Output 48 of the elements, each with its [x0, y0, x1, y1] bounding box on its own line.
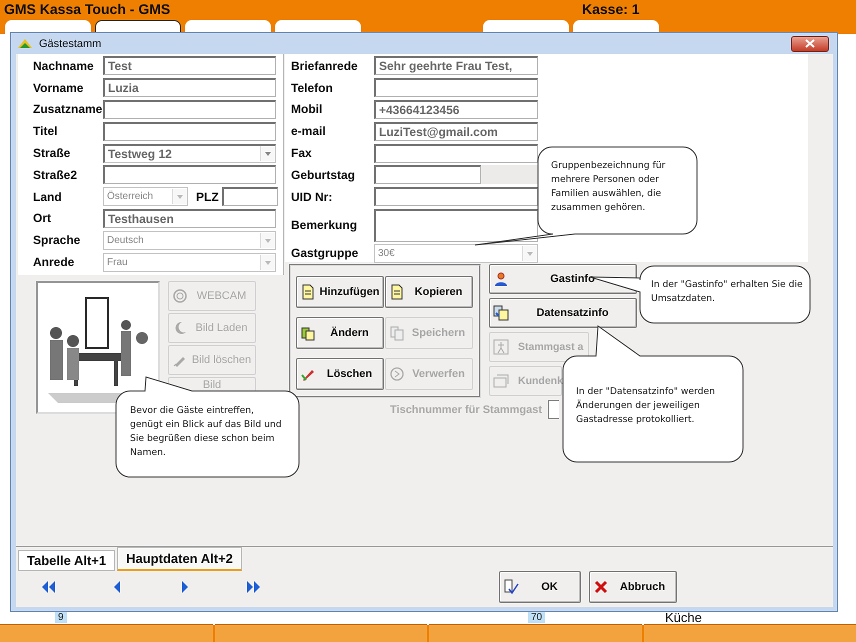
field-label: Fax: [291, 146, 313, 160]
table-name: Küche: [665, 611, 702, 624]
field-label: UID Nr:: [291, 190, 334, 204]
register-label: Kasse: 1: [582, 1, 640, 17]
field-label: Sprache: [33, 233, 82, 248]
field-label: Bemerkung: [291, 218, 358, 232]
field-label: Anrede: [33, 255, 76, 270]
field-label: Mobil: [291, 102, 324, 116]
dropdown[interactable]: Testweg 12: [103, 144, 276, 163]
record-button[interactable]: Löschen: [296, 358, 384, 390]
text-field[interactable]: +43664123456: [374, 100, 538, 119]
field-label: Nachname: [33, 58, 95, 73]
callout-text: In der "Datensatzinfo" werden Änderungen der jeweiligen Gastadresse protokolliert.: [576, 385, 716, 427]
callout-text: In der "Gastinfo" erhalten Sie die Umsatzdaten.: [651, 278, 804, 306]
field-label: e-mail: [291, 124, 327, 138]
record-button[interactable]: Hinzufügen: [296, 276, 384, 308]
field-label: Land: [33, 190, 63, 204]
field-label: Geburtstag: [291, 168, 356, 182]
window-title: Gästestamm: [39, 38, 102, 50]
field-label: Briefanrede: [291, 58, 359, 73]
text-field[interactable]: LuziTest@gmail.com: [374, 122, 538, 141]
record-button[interactable]: Ändern: [296, 317, 384, 349]
info-button[interactable]: Gastinfo: [489, 264, 637, 294]
info-button[interactable]: Datensatzinfo: [489, 298, 637, 328]
field-label: PLZ: [196, 190, 219, 204]
field-label: Tischnummer für Stammgast: [390, 404, 542, 416]
field-label: Straße2: [33, 168, 78, 182]
field-label: Titel: [33, 124, 58, 138]
tab[interactable]: Hauptdaten Alt+2: [117, 547, 242, 571]
ok-button[interactable]: OK: [499, 571, 581, 603]
table-number: 9: [55, 612, 67, 623]
field-label: Gastgruppe: [291, 246, 360, 260]
callout-text: Gruppenbezeichnung für mehrere Personen oder Familien auswählen, die zusammen gehören.: [551, 159, 666, 215]
field-label: Zusatzname: [33, 102, 103, 116]
field-label: Ort: [33, 211, 52, 226]
field-label: Straße: [33, 146, 72, 160]
record-button[interactable]: Kopieren: [385, 276, 473, 308]
text-field[interactable]: Sehr geehrte Frau Test,: [374, 56, 538, 76]
field-label: Telefon: [291, 80, 334, 95]
tab[interactable]: Tabelle Alt+1: [18, 550, 116, 571]
table-number: 70: [528, 612, 546, 623]
text-field[interactable]: Luzia: [103, 78, 276, 98]
cancel-button[interactable]: Abbruch: [589, 571, 677, 603]
field-label: Vorname: [33, 80, 84, 95]
app-title: GMS Kassa Touch - GMS: [4, 1, 172, 17]
callout-text: Bevor die Gäste eintreffen, genügt ein Blick auf das Bild und Sie begrüßen diese schon beim Namen.: [130, 404, 283, 460]
text-field[interactable]: Testhausen: [103, 208, 276, 228]
text-field[interactable]: Test: [103, 56, 276, 76]
